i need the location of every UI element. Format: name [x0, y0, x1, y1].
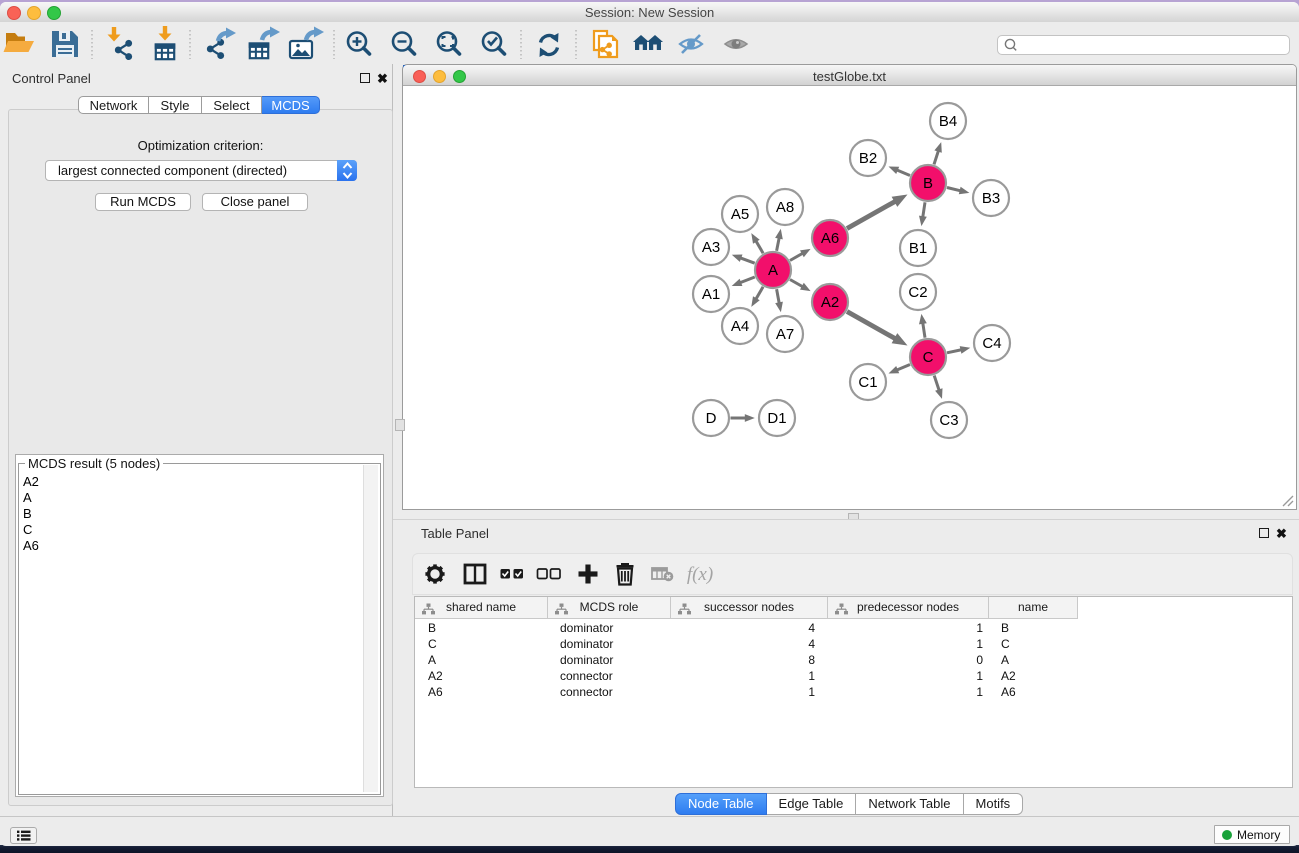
svg-text:A4: A4: [731, 318, 749, 335]
svg-text:A7: A7: [776, 326, 794, 343]
svg-text:A2: A2: [821, 294, 839, 311]
svg-text:A5: A5: [731, 206, 749, 223]
svg-text:D: D: [706, 410, 717, 427]
svg-text:C2: C2: [908, 284, 927, 301]
svg-text:A: A: [768, 262, 778, 279]
svg-text:A3: A3: [702, 239, 720, 256]
svg-text:B2: B2: [859, 150, 877, 167]
svg-text:B3: B3: [982, 190, 1000, 207]
svg-text:D1: D1: [767, 410, 786, 427]
svg-text:B1: B1: [909, 240, 927, 257]
svg-text:C1: C1: [858, 374, 877, 391]
svg-text:C3: C3: [939, 412, 958, 429]
svg-text:A8: A8: [776, 199, 794, 216]
svg-text:A1: A1: [702, 286, 720, 303]
svg-text:C4: C4: [982, 335, 1001, 352]
svg-text:B4: B4: [939, 113, 957, 130]
svg-text:A6: A6: [821, 230, 839, 247]
svg-text:f(x): f(x): [687, 564, 713, 585]
svg-text:B: B: [923, 175, 933, 192]
svg-text:C: C: [923, 349, 934, 366]
